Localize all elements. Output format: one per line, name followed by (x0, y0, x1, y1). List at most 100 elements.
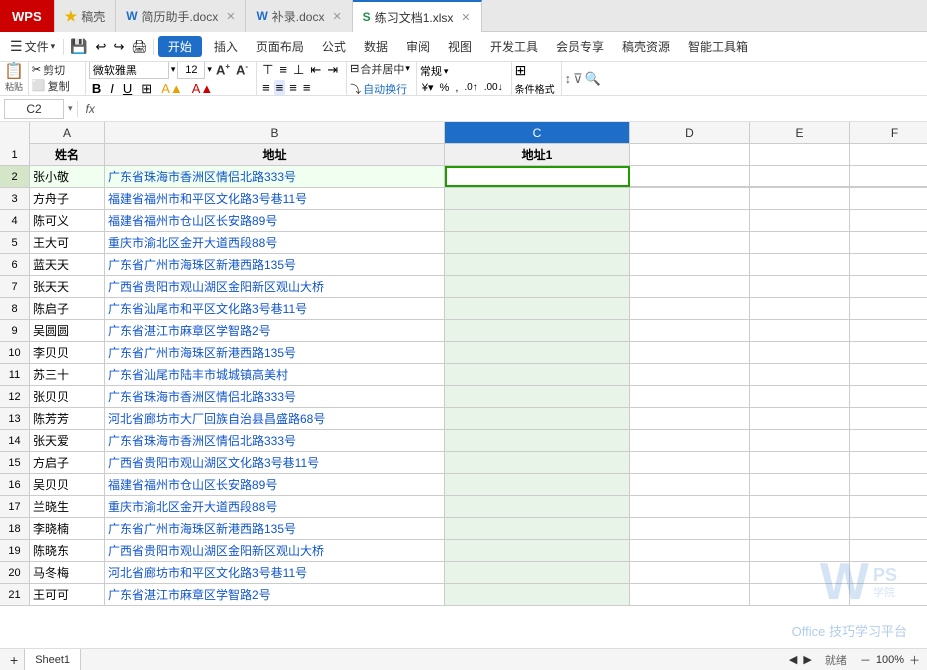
cell-B3[interactable]: 福建省福州市和平区文化路3号巷11号 (105, 188, 445, 209)
cell-C21[interactable] (445, 584, 630, 605)
cell-D16[interactable] (630, 474, 750, 495)
close-jianpu-icon[interactable]: ✕ (226, 10, 235, 23)
cell-F16[interactable] (850, 474, 927, 495)
cell-C7[interactable] (445, 276, 630, 297)
font-size-input[interactable] (177, 62, 205, 79)
cell-D4[interactable] (630, 210, 750, 231)
decrease-decimal-btn[interactable]: .00↓ (482, 82, 505, 93)
find-icon[interactable]: 🔍 (585, 71, 601, 87)
scroll-left-icon[interactable]: ◀ (786, 653, 800, 666)
cell-F5[interactable] (850, 232, 927, 253)
cell-D18[interactable] (630, 518, 750, 539)
cell-D5[interactable] (630, 232, 750, 253)
cut-label[interactable]: 剪切 (43, 62, 65, 78)
comma-btn[interactable]: , (453, 82, 460, 94)
cell-D21[interactable] (630, 584, 750, 605)
cell-E15[interactable] (750, 452, 850, 473)
zoom-in-btn[interactable]: ＋ (906, 652, 923, 668)
cell-D14[interactable] (630, 430, 750, 451)
merge-center-btn[interactable]: 合并居中 (360, 62, 404, 77)
cell-F19[interactable] (850, 540, 927, 561)
cell-E9[interactable] (750, 320, 850, 341)
cell-C16[interactable] (445, 474, 630, 495)
cell-F1[interactable] (850, 144, 927, 165)
cell-D8[interactable] (630, 298, 750, 319)
cell-F18[interactable] (850, 518, 927, 539)
undo-icon[interactable]: ↩ (93, 37, 110, 57)
font-name-dropdown[interactable]: ▾ (171, 64, 176, 75)
cell-B15[interactable]: 广西省贵阳市观山湖区文化路3号巷11号 (105, 452, 445, 473)
cell-F14[interactable] (850, 430, 927, 451)
cell-E19[interactable] (750, 540, 850, 561)
cell-B11[interactable]: 广东省汕尾市陆丰市城城镇高美村 (105, 364, 445, 385)
border-btn[interactable]: ⊞ (138, 81, 155, 97)
cell-E1[interactable] (750, 144, 850, 165)
menu-vip[interactable]: 会员专享 (548, 36, 612, 57)
cell-A3[interactable]: 方舟子 (30, 188, 105, 209)
cond-format-label[interactable]: 条件格式 (515, 81, 555, 96)
cell-A14[interactable]: 张天爱 (30, 430, 105, 451)
percent-btn[interactable]: % (438, 82, 452, 94)
cell-C20[interactable] (445, 562, 630, 583)
cell-F20[interactable] (850, 562, 927, 583)
cell-B19[interactable]: 广西省贵阳市观山湖区金阳新区观山大桥 (105, 540, 445, 561)
cell-C4[interactable] (445, 210, 630, 231)
cell-E20[interactable] (750, 562, 850, 583)
filter-icon[interactable]: ⊽ (573, 71, 583, 87)
cell-B16[interactable]: 福建省福州市仓山区长安路89号 (105, 474, 445, 495)
cell-F13[interactable] (850, 408, 927, 429)
cell-C5[interactable] (445, 232, 630, 253)
increase-decimal-btn[interactable]: .0↑ (462, 82, 479, 93)
cell-A21[interactable]: 王可可 (30, 584, 105, 605)
cell-F7[interactable] (850, 276, 927, 297)
cell-A4[interactable]: 陈可义 (30, 210, 105, 231)
add-sheet-btn[interactable]: + (4, 652, 24, 668)
zoom-out-btn[interactable]: － (857, 652, 874, 668)
formula-input[interactable] (103, 99, 923, 119)
cell-C14[interactable] (445, 430, 630, 451)
align-right-icon[interactable]: ≡ (287, 80, 299, 95)
indent-decrease-icon[interactable]: ⇤ (308, 62, 323, 78)
cell-D19[interactable] (630, 540, 750, 561)
cell-B10[interactable]: 广东省广州市海珠区新港西路135号 (105, 342, 445, 363)
cell-D9[interactable] (630, 320, 750, 341)
close-bushu-icon[interactable]: ✕ (332, 10, 341, 23)
cell-B17[interactable]: 重庆市渝北区金开大道西段88号 (105, 496, 445, 517)
cell-D1[interactable] (630, 144, 750, 165)
cell-C19[interactable] (445, 540, 630, 561)
cell-E5[interactable] (750, 232, 850, 253)
cell-A2[interactable]: 张小敬 (30, 166, 105, 187)
cell-F17[interactable] (850, 496, 927, 517)
cell-E14[interactable] (750, 430, 850, 451)
cell-C6[interactable] (445, 254, 630, 275)
cell-D11[interactable] (630, 364, 750, 385)
cell-A17[interactable]: 兰晓生 (30, 496, 105, 517)
cell-F12[interactable] (850, 386, 927, 407)
cell-C11[interactable] (445, 364, 630, 385)
cell-F10[interactable] (850, 342, 927, 363)
cell-A6[interactable]: 蓝天天 (30, 254, 105, 275)
cell-A11[interactable]: 苏三十 (30, 364, 105, 385)
cell-B2[interactable]: 广东省珠海市香洲区情侣北路333号 (105, 166, 445, 187)
menu-file[interactable]: ☰ 文件 ▾ (4, 36, 61, 57)
cell-D2[interactable] (630, 166, 750, 187)
cell-E2[interactable] (750, 166, 850, 187)
cell-C2[interactable] (445, 166, 630, 187)
cell-D12[interactable] (630, 386, 750, 407)
cell-A13[interactable]: 陈芳芳 (30, 408, 105, 429)
tab-bushu[interactable]: W 补录.docx ✕ (246, 0, 352, 32)
copy-label[interactable]: 复制 (48, 78, 70, 94)
cell-F15[interactable] (850, 452, 927, 473)
underline-btn[interactable]: U (120, 81, 135, 96)
cell-B8[interactable]: 广东省汕尾市和平区文化路3号巷11号 (105, 298, 445, 319)
menu-view[interactable]: 视图 (440, 36, 480, 57)
cell-E7[interactable] (750, 276, 850, 297)
formula-dropdown-icon[interactable]: ▾ (68, 103, 73, 114)
cell-C13[interactable] (445, 408, 630, 429)
col-header-F[interactable]: F (850, 122, 927, 143)
bold-btn[interactable]: B (89, 81, 104, 96)
cell-E16[interactable] (750, 474, 850, 495)
cell-D17[interactable] (630, 496, 750, 517)
cell-A19[interactable]: 陈晓东 (30, 540, 105, 561)
cell-C15[interactable] (445, 452, 630, 473)
